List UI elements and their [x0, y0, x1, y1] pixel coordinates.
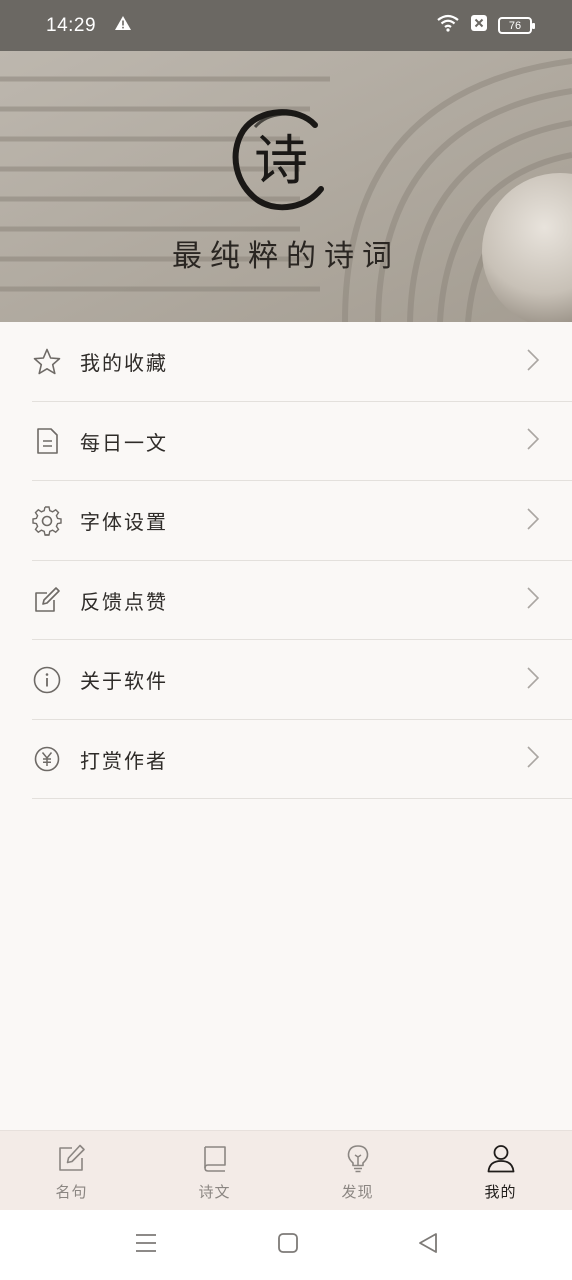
divider [32, 798, 572, 799]
menu-item-font-settings[interactable]: 字体设置 [0, 481, 572, 561]
menu-item-about[interactable]: 关于软件 [0, 640, 572, 720]
tab-poems[interactable]: 诗文 [143, 1131, 286, 1210]
tab-quotes[interactable]: 名句 [0, 1131, 143, 1210]
wifi-icon [436, 14, 460, 37]
tab-mine[interactable]: 我的 [429, 1131, 572, 1210]
poetry-logo: 诗 [229, 103, 333, 213]
star-icon [32, 347, 62, 377]
chevron-right-icon [526, 586, 540, 614]
status-right: 76 [436, 14, 535, 37]
menu-item-label: 反馈点赞 [80, 589, 168, 614]
chevron-right-icon [526, 507, 540, 535]
menu-item-feedback[interactable]: 反馈点赞 [0, 561, 572, 640]
tab-label: 发现 [341, 1183, 374, 1201]
tab-label: 名句 [55, 1183, 88, 1201]
menu-icon[interactable] [135, 1232, 157, 1258]
pencil-square-icon [57, 1143, 87, 1177]
settings-menu: 我的收藏 每日一文 字体设置 反馈点赞 关于软件 打赏作者 [0, 322, 572, 799]
chevron-right-icon [526, 666, 540, 694]
header-banner: 诗 最纯粹的诗词 [0, 51, 572, 322]
logo-character: 诗 [254, 129, 308, 192]
back-icon[interactable] [417, 1232, 439, 1258]
status-bar: 14:29 76 [0, 0, 572, 51]
warning-icon [114, 15, 132, 36]
status-time: 14:29 [46, 14, 97, 36]
document-icon [32, 426, 62, 456]
menu-item-tip-author[interactable]: 打赏作者 [0, 720, 572, 799]
menu-item-label: 关于软件 [80, 669, 168, 694]
gear-icon [32, 506, 62, 536]
tab-label: 诗文 [198, 1183, 231, 1201]
menu-item-label: 每日一文 [80, 430, 168, 455]
menu-item-favorites[interactable]: 我的收藏 [0, 322, 572, 402]
yen-icon [32, 744, 62, 774]
lightbulb-icon [343, 1143, 373, 1177]
info-icon [32, 665, 62, 695]
tab-label: 我的 [484, 1183, 517, 1201]
tab-discover[interactable]: 发现 [286, 1131, 429, 1210]
chevron-right-icon [526, 745, 540, 773]
menu-item-label: 字体设置 [80, 510, 168, 535]
edit-icon [32, 585, 62, 615]
user-icon [486, 1143, 516, 1177]
menu-item-label: 打赏作者 [80, 748, 168, 773]
sim-off-icon [470, 14, 488, 37]
bottom-tab-bar: 名句 诗文 发现 我的 [0, 1130, 572, 1210]
system-nav-bar [0, 1210, 572, 1280]
book-icon [200, 1143, 230, 1177]
battery-icon: 76 [498, 17, 535, 34]
slogan: 最纯粹的诗词 [172, 239, 400, 274]
chevron-right-icon [526, 348, 540, 376]
menu-item-label: 我的收藏 [80, 351, 168, 376]
menu-item-daily-article[interactable]: 每日一文 [0, 402, 572, 481]
chevron-right-icon [526, 427, 540, 455]
home-icon[interactable] [277, 1232, 299, 1258]
